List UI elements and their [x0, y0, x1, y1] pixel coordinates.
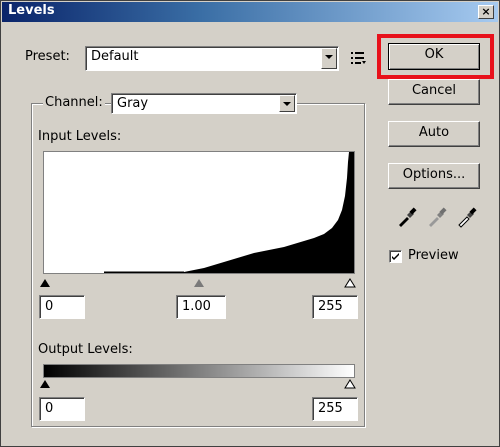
preview-checkbox[interactable]: [389, 250, 402, 263]
preset-select[interactable]: Default: [85, 46, 339, 71]
chevron-down-icon[interactable]: [279, 95, 295, 112]
list-options-icon[interactable]: [350, 50, 366, 66]
output-black-field[interactable]: 0: [39, 397, 85, 421]
preset-label: Preset:: [25, 49, 70, 64]
input-white-point-handle[interactable]: [344, 278, 356, 288]
input-white-field[interactable]: 255: [312, 295, 358, 319]
output-levels-label: Output Levels:: [38, 342, 133, 357]
preview-label: Preview: [408, 248, 459, 263]
output-gradient: [43, 364, 355, 378]
checkmark-icon: [392, 253, 399, 260]
output-white-point-handle[interactable]: [344, 379, 356, 389]
output-black-point-handle[interactable]: [40, 380, 50, 388]
channel-select[interactable]: Gray: [111, 93, 297, 114]
input-black-point-handle[interactable]: [40, 279, 50, 287]
input-gamma-handle[interactable]: [194, 279, 204, 287]
ok-button[interactable]: OK: [388, 43, 480, 70]
white-eyedropper-icon[interactable]: [455, 206, 477, 228]
eyedropper-group: [395, 206, 481, 230]
auto-button[interactable]: Auto: [388, 121, 480, 147]
title-bar[interactable]: Levels ×: [2, 2, 498, 22]
channel-label: Channel:: [43, 95, 105, 110]
preset-value: Default: [91, 49, 139, 64]
close-button[interactable]: ×: [478, 5, 494, 19]
input-levels-label: Input Levels:: [38, 129, 122, 144]
chevron-down-icon[interactable]: [321, 48, 337, 69]
levels-dialog: Levels × Preset: Default Channel: Gray I…: [0, 0, 500, 447]
options-button[interactable]: Options...: [388, 163, 480, 189]
input-gamma-field[interactable]: 1.00: [176, 295, 226, 319]
output-white-field[interactable]: 255: [312, 397, 358, 421]
input-slider[interactable]: [40, 277, 356, 289]
cancel-button[interactable]: Cancel: [388, 79, 480, 105]
output-slider[interactable]: [40, 378, 356, 390]
window-title: Levels: [8, 3, 55, 18]
black-eyedropper-icon[interactable]: [395, 206, 417, 228]
input-black-field[interactable]: 0: [39, 295, 85, 319]
channel-value: Gray: [117, 96, 149, 111]
histogram: [43, 151, 355, 274]
gray-eyedropper-icon[interactable]: [425, 206, 447, 228]
